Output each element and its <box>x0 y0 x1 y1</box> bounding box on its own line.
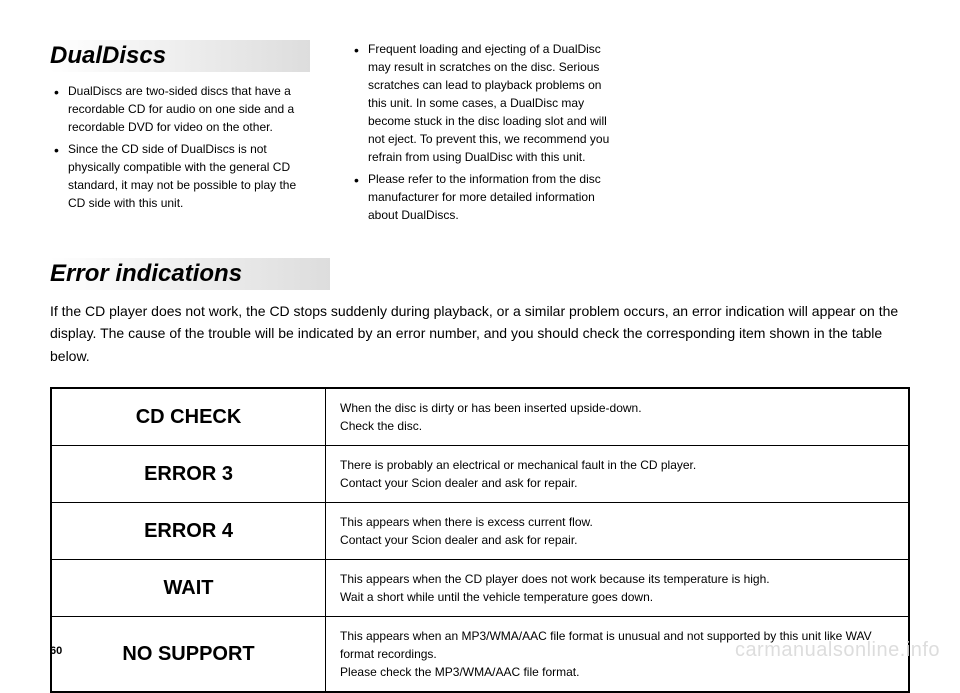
error-code: CD CHECK <box>51 388 326 446</box>
error-code: NO SUPPORT <box>51 617 326 693</box>
dualdiscs-list-2: Frequent loading and ejecting of a DualD… <box>350 40 610 224</box>
error-line1: When the disc is dirty or has been inser… <box>340 401 642 415</box>
dualdiscs-column-2: Frequent loading and ejecting of a DualD… <box>350 40 610 228</box>
error-code: ERROR 4 <box>51 503 326 560</box>
error-line2: Wait a short while until the vehicle tem… <box>340 590 653 604</box>
error-desc: When the disc is dirty or has been inser… <box>326 388 909 446</box>
dualdiscs-list-1: DualDiscs are two-sided discs that have … <box>50 82 310 212</box>
error-line2: Contact your Scion dealer and ask for re… <box>340 476 577 490</box>
list-item: Please refer to the information from the… <box>368 170 610 224</box>
error-code: WAIT <box>51 560 326 617</box>
table-row: ERROR 4 This appears when there is exces… <box>51 503 909 560</box>
error-line2: Please check the MP3/WMA/AAC file format… <box>340 665 579 679</box>
watermark: carmanualsonline.info <box>735 639 940 662</box>
empty-column <box>650 40 910 228</box>
error-desc: There is probably an electrical or mecha… <box>326 446 909 503</box>
page-number: 60 <box>50 645 62 657</box>
error-indications-title: Error indications <box>50 258 330 290</box>
error-code: ERROR 3 <box>51 446 326 503</box>
error-intro: If the CD player does not work, the CD s… <box>50 300 910 367</box>
error-line1: This appears when the CD player does not… <box>340 572 770 586</box>
list-item: Frequent loading and ejecting of a DualD… <box>368 40 610 166</box>
list-item: DualDiscs are two-sided discs that have … <box>68 82 310 136</box>
list-item: Since the CD side of DualDiscs is not ph… <box>68 140 310 212</box>
dualdiscs-title: DualDiscs <box>50 40 310 72</box>
error-line1: This appears when there is excess curren… <box>340 515 593 529</box>
error-line2: Check the disc. <box>340 419 422 433</box>
error-desc: This appears when there is excess curren… <box>326 503 909 560</box>
error-line2: Contact your Scion dealer and ask for re… <box>340 533 577 547</box>
dualdiscs-column-1: DualDiscs DualDiscs are two-sided discs … <box>50 40 310 228</box>
table-row: CD CHECK When the disc is dirty or has b… <box>51 388 909 446</box>
table-row: ERROR 3 There is probably an electrical … <box>51 446 909 503</box>
error-desc: This appears when the CD player does not… <box>326 560 909 617</box>
top-columns: DualDiscs DualDiscs are two-sided discs … <box>50 40 910 228</box>
table-row: WAIT This appears when the CD player doe… <box>51 560 909 617</box>
error-line1: There is probably an electrical or mecha… <box>340 458 696 472</box>
